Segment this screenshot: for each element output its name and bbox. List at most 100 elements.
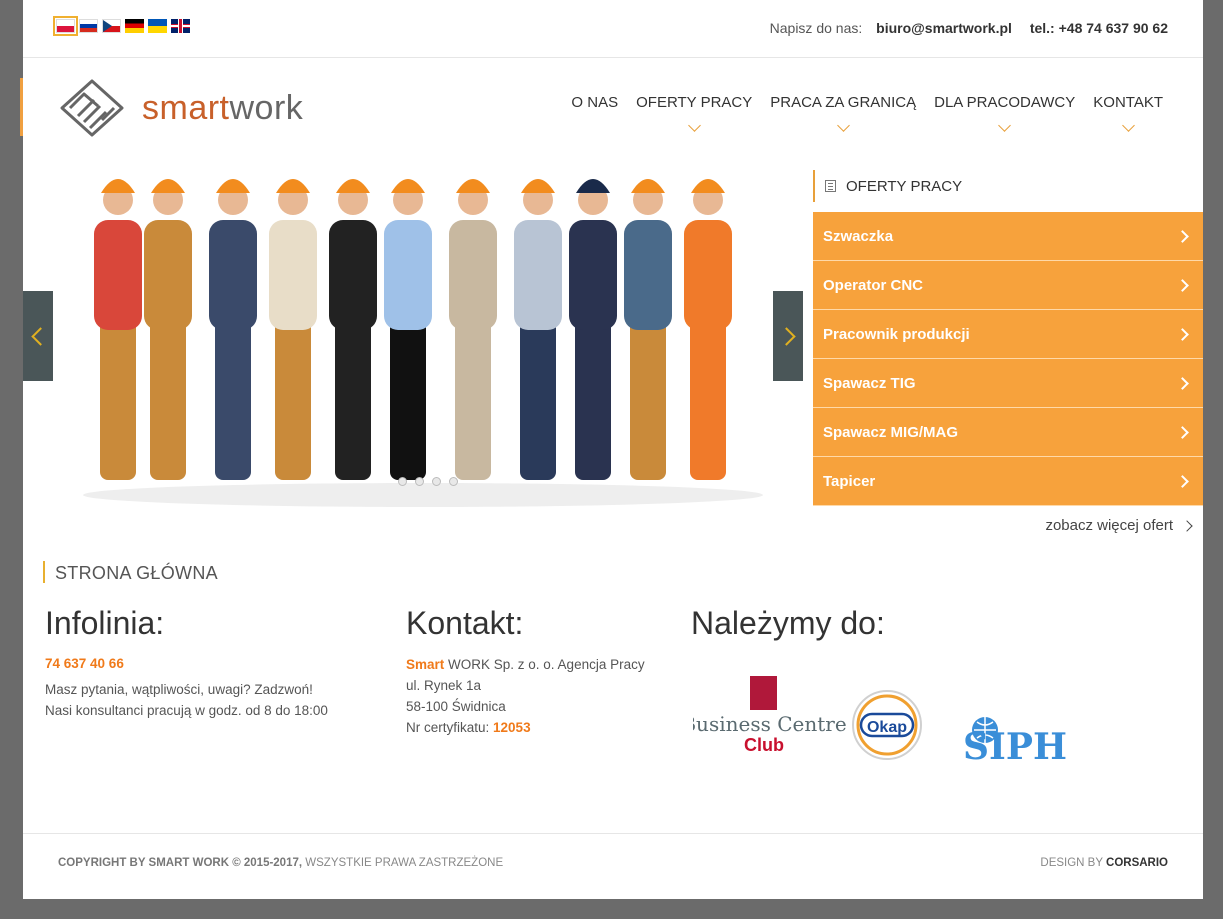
worker-figure [569, 179, 617, 480]
list-icon [825, 180, 836, 192]
offer-item[interactable]: Operator CNC [813, 261, 1203, 310]
bcc-logo-icon[interactable]: Business Centre Club [681, 676, 847, 755]
top-bar: Napisz do nas: biuro@smartwork.pl tel.: … [23, 0, 1203, 58]
language-switcher [53, 16, 190, 36]
kontakt-text: Smart WORK Sp. z o. o. Agencja Pracy ul.… [406, 654, 645, 738]
flag-cz-icon[interactable] [102, 19, 121, 33]
siph-logo-text: SIPH [963, 726, 1067, 766]
top-contact: Napisz do nas: biuro@smartwork.pl tel.: … [770, 20, 1168, 36]
okap-logo-icon[interactable]: Okap [852, 690, 922, 760]
infolinia-section: Infolinia: 74 637 40 66 Masz pytania, wą… [45, 604, 328, 721]
copyright-bold: COPYRIGHT BY SMART WORK © 2015-2017, [58, 857, 303, 869]
chevron-down-icon [836, 119, 850, 132]
infolinia-line2: Nasi konsultanci pracują w godz. od 8 do… [45, 703, 328, 718]
contact-label: Napisz do nas: [769, 20, 863, 36]
partner-logos-image: Business Centre Club Okap SIPH [681, 676, 1067, 768]
membership-title: Należymy do: [691, 605, 885, 641]
offer-item[interactable]: Pracownik produkcji [813, 310, 1203, 359]
offer-list: Szwaczka Operator CNC Pracownik produkcj… [813, 212, 1203, 506]
footer: COPYRIGHT BY SMART WORK © 2015-2017, WSZ… [23, 833, 1203, 900]
nav-item-kontakt[interactable]: KONTAKT [1093, 94, 1163, 132]
copyright-rest: WSZYSTKIE PRAWA ZASTRZEŻONE [302, 857, 504, 869]
siph-logo-icon[interactable]: SIPH [963, 717, 1067, 768]
logo-text: smartwork [142, 91, 303, 125]
worker-figure [384, 179, 432, 480]
worker-figure [514, 179, 562, 480]
phone-number: tel.: +48 74 637 90 62 [1029, 20, 1168, 36]
worker-figure [94, 179, 142, 480]
kontakt-section: Kontakt: Smart WORK Sp. z o. o. Agencja … [406, 604, 645, 738]
nav-item-praca-za-granica[interactable]: PRACA ZA GRANICĄ [770, 94, 917, 132]
breadcrumb: STRONA GŁÓWNA [43, 561, 218, 583]
offer-item[interactable]: Szwaczka [813, 212, 1203, 261]
page: Napisz do nas: biuro@smartwork.pl tel.: … [23, 0, 1203, 899]
infolinia-text: Masz pytania, wątpliwości, uwagi? Zadzwo… [45, 679, 328, 721]
kontakt-title: Kontakt: [406, 605, 524, 641]
nav-item-o-nas[interactable]: O NAS [571, 94, 618, 130]
slider-dot[interactable] [415, 477, 424, 486]
infolinia-title: Infolinia: [45, 605, 165, 641]
company-highlight: Smart [406, 657, 445, 672]
logo-text-work: work [229, 89, 304, 127]
flag-pl-icon[interactable] [53, 16, 78, 36]
slider-dot[interactable] [449, 477, 458, 486]
slider-next-button[interactable] [773, 291, 803, 381]
nav-label: O NAS [571, 94, 619, 111]
nav-item-oferty-pracy[interactable]: OFERTY PRACY [636, 94, 753, 132]
worker-figure [269, 179, 317, 480]
chevron-right-icon [1176, 327, 1189, 341]
workers-group-image [23, 160, 803, 510]
chevron-right-icon [1176, 376, 1189, 390]
chevron-right-icon [1176, 474, 1189, 488]
flag-ru-icon[interactable] [79, 19, 98, 33]
offer-item[interactable]: Spawacz MIG/MAG [813, 408, 1203, 457]
more-offers-label: zobacz więcej ofert [1045, 517, 1173, 534]
bcc-logo-line2: Club [744, 735, 784, 755]
flag-gb-icon[interactable] [171, 19, 190, 33]
infolinia-phone[interactable]: 74 637 40 66 [45, 656, 328, 671]
nav-label: OFERTY PRACY [636, 94, 753, 111]
email-link[interactable]: biuro@smartwork.pl [876, 20, 1012, 36]
flag-de-icon[interactable] [125, 19, 144, 33]
offer-label: Szwaczka [823, 227, 894, 245]
design-credit: DESIGN BY CORSARIO [1040, 857, 1168, 869]
bcc-logo-line1: Business Centre [693, 712, 847, 736]
membership-section: Należymy do: [691, 604, 885, 642]
offers-panel: OFERTY PRACY Szwaczka Operator CNC Praco… [813, 170, 1203, 506]
worker-figure [624, 179, 672, 480]
offers-heading: OFERTY PRACY [813, 170, 1203, 202]
worker-figure [449, 179, 497, 480]
hero-slider [23, 160, 803, 510]
handshake-logo-icon [60, 79, 124, 137]
slider-prev-button[interactable] [23, 291, 53, 381]
certificate: Nr certyfikatu: 12053 [406, 717, 645, 738]
flag-ua-icon[interactable] [148, 19, 167, 33]
offer-label: Tapicer [823, 472, 876, 490]
design-link[interactable]: CORSARIO [1106, 857, 1168, 869]
city: 58-100 Świdnica [406, 699, 506, 714]
offer-item[interactable]: Spawacz TIG [813, 359, 1203, 408]
worker-figure [209, 179, 257, 480]
chevron-right-icon [1176, 229, 1189, 243]
chevron-right-icon [1181, 519, 1193, 532]
slider-dot[interactable] [398, 477, 407, 486]
nav-label: PRACA ZA GRANICĄ [770, 94, 917, 111]
side-accent-bar [20, 78, 23, 136]
chevron-down-icon [1121, 119, 1135, 132]
logo[interactable]: smartwork [58, 78, 303, 138]
offer-label: Operator CNC [823, 276, 924, 294]
okap-logo-text: Okap [867, 719, 907, 736]
cert-number: 12053 [493, 720, 531, 735]
company-name: Smart WORK Sp. z o. o. Agencja Pracy [406, 654, 645, 675]
more-offers-link[interactable]: zobacz więcej ofert [1045, 517, 1193, 534]
nav-item-dla-pracodawcy[interactable]: DLA PRACODAWCY [934, 94, 1075, 132]
worker-figure [684, 179, 732, 480]
offer-item[interactable]: Tapicer [813, 457, 1203, 506]
main-nav: O NAS OFERTY PRACY PRACA ZA GRANICĄ DLA … [571, 94, 1163, 132]
partner-logos: Business Centre Club Okap SIPH [681, 676, 1093, 768]
slider-dot[interactable] [432, 477, 441, 486]
chevron-left-icon [30, 326, 50, 346]
copyright: COPYRIGHT BY SMART WORK © 2015-2017, WSZ… [58, 857, 503, 869]
cert-label: Nr certyfikatu: [406, 720, 494, 735]
company-rest: WORK Sp. z o. o. Agencja Pracy [444, 657, 645, 672]
